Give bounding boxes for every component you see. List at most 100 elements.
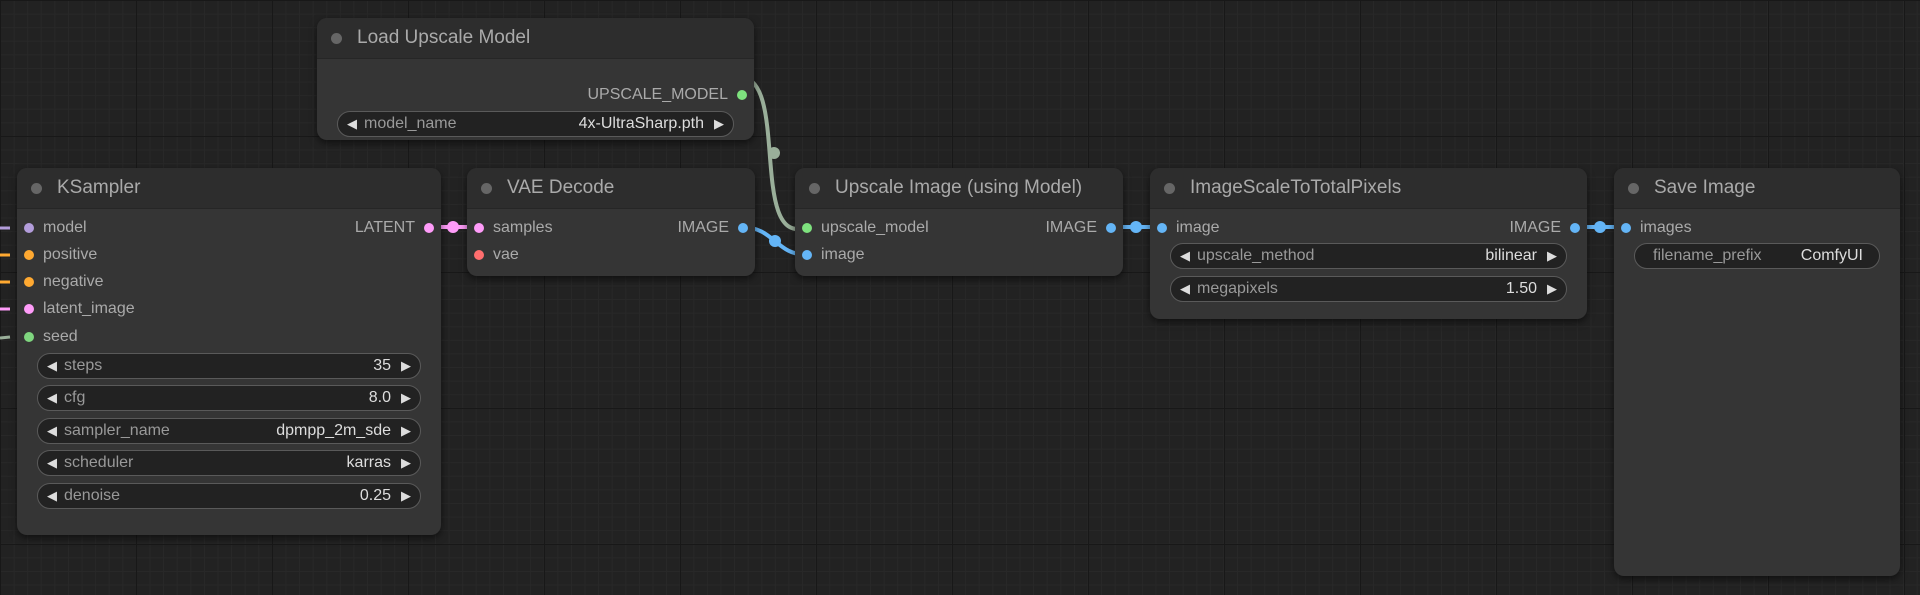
input-samples[interactable]: samples	[467, 219, 553, 237]
increment-arrow-icon[interactable]: ▶	[1547, 244, 1557, 268]
steps-widget[interactable]: ◀ steps 35 ▶	[37, 353, 421, 379]
output-dot-icon[interactable]	[737, 90, 747, 100]
output-latent[interactable]: LATENT	[355, 219, 441, 237]
denoise-widget[interactable]: ◀ denoise 0.25 ▶	[37, 483, 421, 509]
input-dot-icon[interactable]	[474, 250, 484, 260]
decrement-arrow-icon[interactable]: ◀	[347, 112, 357, 136]
decrement-arrow-icon[interactable]: ◀	[47, 484, 57, 508]
input-dot-icon[interactable]	[802, 250, 812, 260]
input-images[interactable]: images	[1614, 219, 1692, 237]
input-dot-icon[interactable]	[24, 250, 34, 260]
vae-decode-node[interactable]: VAE Decode samples vae IMAGE	[467, 168, 755, 276]
output-upscale-model[interactable]: UPSCALE_MODEL	[588, 86, 755, 104]
input-latent-image[interactable]: latent_image	[17, 300, 135, 318]
collapse-dot-icon[interactable]	[331, 33, 342, 44]
node-title-bar[interactable]: Load Upscale Model	[317, 18, 754, 59]
input-label: seed	[43, 328, 78, 345]
ksampler-node[interactable]: KSampler model positive negative latent_…	[17, 168, 441, 535]
input-positive[interactable]: positive	[17, 246, 97, 264]
input-label: latent_image	[43, 300, 135, 317]
node-title-bar[interactable]: VAE Decode	[467, 168, 755, 209]
output-dot-icon[interactable]	[424, 223, 434, 233]
input-dot-icon[interactable]	[802, 223, 812, 233]
collapse-dot-icon[interactable]	[481, 183, 492, 194]
input-dot-icon[interactable]	[24, 277, 34, 287]
input-label: negative	[43, 273, 104, 290]
node-title: Upscale Image (using Model)	[835, 177, 1083, 198]
decrement-arrow-icon[interactable]: ◀	[1180, 244, 1190, 268]
input-dot-icon[interactable]	[474, 223, 484, 233]
increment-arrow-icon[interactable]: ▶	[714, 112, 724, 136]
increment-arrow-icon[interactable]: ▶	[1547, 277, 1557, 301]
widget-value: karras	[346, 454, 391, 471]
megapixels-widget[interactable]: ◀ megapixels 1.50 ▶	[1170, 276, 1567, 302]
widget-value: 4x-UltraSharp.pth	[578, 115, 704, 132]
model-name-combo[interactable]: ◀ model_name 4x-UltraSharp.pth ▶	[337, 111, 734, 137]
input-label: images	[1640, 219, 1692, 236]
node-title-bar[interactable]: Save Image	[1614, 168, 1900, 209]
output-label: UPSCALE_MODEL	[587, 86, 729, 103]
collapse-dot-icon[interactable]	[1628, 183, 1639, 194]
widget-value: 1.50	[1505, 280, 1537, 297]
output-dot-icon[interactable]	[1106, 223, 1116, 233]
input-label: image	[821, 246, 865, 263]
decrement-arrow-icon[interactable]: ◀	[47, 386, 57, 410]
input-label: positive	[43, 246, 98, 263]
collapse-dot-icon[interactable]	[809, 183, 820, 194]
input-vae[interactable]: vae	[467, 246, 519, 264]
output-dot-icon[interactable]	[1570, 223, 1580, 233]
collapse-dot-icon[interactable]	[1164, 183, 1175, 194]
decrement-arrow-icon[interactable]: ◀	[47, 354, 57, 378]
widget-value: 8.0	[368, 389, 391, 406]
input-negative[interactable]: negative	[17, 273, 104, 291]
input-dot-icon[interactable]	[24, 223, 34, 233]
filename-prefix-input[interactable]: filename_prefix ComfyUI	[1634, 243, 1880, 269]
increment-arrow-icon[interactable]: ▶	[401, 451, 411, 475]
input-seed[interactable]: seed	[17, 328, 78, 346]
node-title-bar[interactable]: ImageScaleToTotalPixels	[1150, 168, 1587, 209]
upscale-method-combo[interactable]: ◀ upscale_method bilinear ▶	[1170, 243, 1567, 269]
input-image[interactable]: image	[795, 246, 865, 264]
input-dot-icon[interactable]	[1157, 223, 1167, 233]
widget-value: 0.25	[359, 487, 391, 504]
wire-latent-knot	[447, 221, 459, 233]
save-image-node[interactable]: Save Image images filename_prefix ComfyU…	[1614, 168, 1900, 576]
decrement-arrow-icon[interactable]: ◀	[1180, 277, 1190, 301]
output-image[interactable]: IMAGE	[677, 219, 755, 237]
collapse-dot-icon[interactable]	[31, 183, 42, 194]
input-label: image	[1176, 219, 1220, 236]
output-dot-icon[interactable]	[738, 223, 748, 233]
wire-image-knot	[769, 235, 781, 247]
node-title-bar[interactable]: Upscale Image (using Model)	[795, 168, 1123, 209]
increment-arrow-icon[interactable]: ▶	[401, 386, 411, 410]
increment-arrow-icon[interactable]: ▶	[401, 419, 411, 443]
output-image[interactable]: IMAGE	[1045, 219, 1123, 237]
input-dot-icon[interactable]	[1621, 223, 1631, 233]
input-upscale-model[interactable]: upscale_model	[795, 219, 929, 237]
upscale-image-node[interactable]: Upscale Image (using Model) upscale_mode…	[795, 168, 1123, 276]
image-scale-total-pixels-node[interactable]: ImageScaleToTotalPixels image IMAGE ◀ up…	[1150, 168, 1587, 319]
scheduler-combo[interactable]: ◀ scheduler karras ▶	[37, 450, 421, 476]
increment-arrow-icon[interactable]: ▶	[401, 484, 411, 508]
output-label: IMAGE	[677, 219, 729, 236]
input-image[interactable]: image	[1150, 219, 1220, 237]
sampler-name-combo[interactable]: ◀ sampler_name dpmpp_2m_sde ▶	[37, 418, 421, 444]
decrement-arrow-icon[interactable]: ◀	[47, 451, 57, 475]
widget-label: upscale_method	[1197, 247, 1315, 264]
cfg-widget[interactable]: ◀ cfg 8.0 ▶	[37, 385, 421, 411]
widget-label: cfg	[64, 389, 86, 406]
output-image[interactable]: IMAGE	[1509, 219, 1587, 237]
decrement-arrow-icon[interactable]: ◀	[47, 419, 57, 443]
input-label: upscale_model	[821, 219, 929, 236]
node-title-bar[interactable]: KSampler	[17, 168, 441, 209]
input-label: model	[43, 219, 87, 236]
output-label: IMAGE	[1509, 219, 1561, 236]
load-upscale-model-node[interactable]: Load Upscale Model UPSCALE_MODEL ◀ model…	[317, 18, 754, 140]
increment-arrow-icon[interactable]: ▶	[401, 354, 411, 378]
input-model[interactable]: model	[17, 219, 87, 237]
input-dot-icon[interactable]	[24, 332, 34, 342]
input-dot-icon[interactable]	[24, 304, 34, 314]
widget-label: scheduler	[64, 454, 134, 471]
input-label: samples	[493, 219, 553, 236]
widget-label: filename_prefix	[1653, 247, 1762, 264]
